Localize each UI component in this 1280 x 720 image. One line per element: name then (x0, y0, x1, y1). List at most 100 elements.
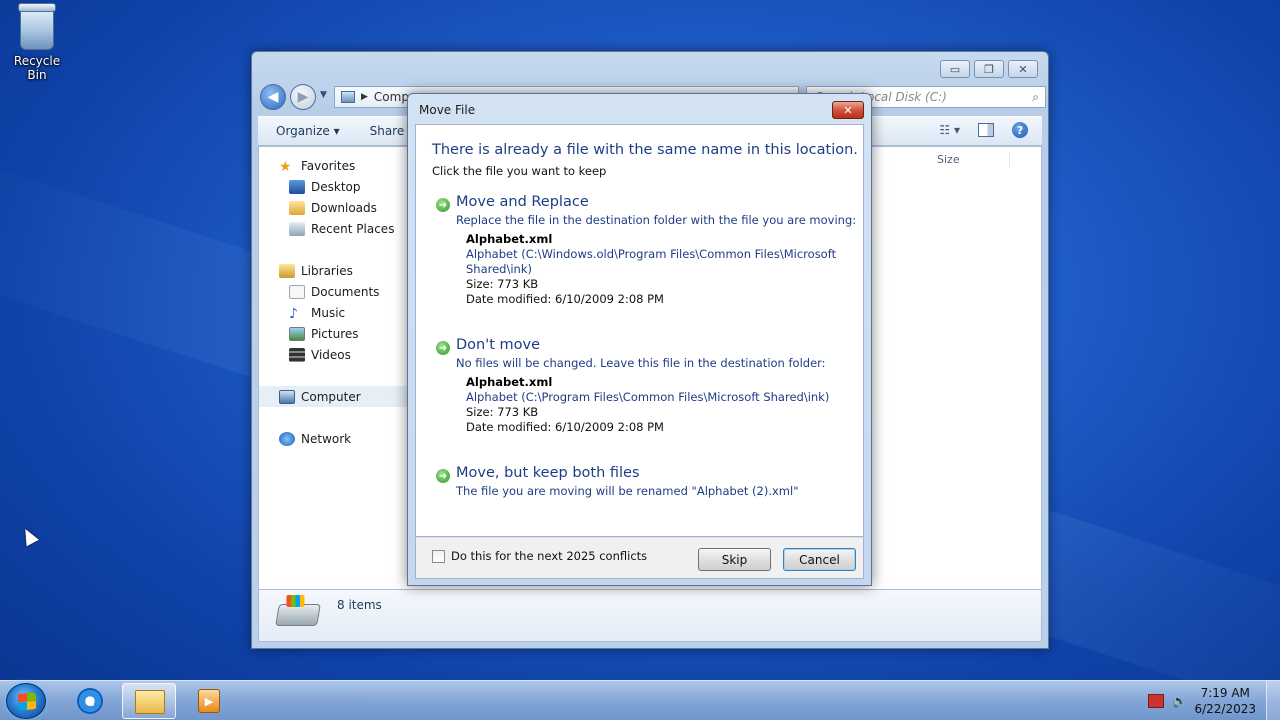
dialog-close-button[interactable]: ✕ (832, 101, 864, 119)
downloads-folder-icon (289, 200, 305, 215)
nav-recent-label: Recent Places (311, 221, 395, 236)
recycle-bin-icon (18, 3, 56, 50)
details-pane: 8 items (258, 590, 1042, 642)
desktop-icon (289, 179, 305, 194)
column-divider[interactable] (1009, 151, 1010, 167)
recycle-bin-desktop-icon[interactable]: Recycle Bin (4, 3, 70, 82)
taskbar-windows-explorer[interactable] (122, 683, 176, 719)
minimize-button[interactable]: ▭ (940, 60, 970, 78)
dialog-heading: There is already a file with the same na… (432, 142, 858, 158)
window-controls: ▭ ❐ ✕ (940, 60, 1038, 78)
dialog-subheading: Click the file you want to keep (432, 164, 607, 178)
nav-desktop[interactable]: Desktop (259, 176, 409, 197)
nav-favorites-label: Favorites (301, 158, 356, 173)
taskbar: e ▶ 🔈 7:19 AM 6/22/2023 (0, 680, 1280, 720)
taskbar-media-player[interactable]: ▶ (182, 683, 236, 719)
search-icon: ⌕ (1032, 90, 1039, 104)
clock-date: 6/22/2023 (1194, 702, 1256, 716)
option-description: Replace the file in the destination fold… (456, 213, 857, 227)
forward-button[interactable]: ▶ (290, 84, 316, 110)
green-arrow-icon: ➜ (436, 341, 450, 355)
file-path: Alphabet (C:\Windows.old\Program Files\C… (466, 247, 837, 276)
media-player-icon: ▶ (198, 689, 220, 713)
preview-pane-icon[interactable] (978, 123, 994, 137)
recent-pages-dropdown[interactable]: ▼ (320, 90, 327, 100)
nav-computer[interactable]: Computer (259, 386, 409, 407)
column-header-size[interactable]: Size (937, 153, 960, 166)
wallpaper-streak (580, 0, 1280, 6)
option-keep-both[interactable]: ➜ Move, but keep both files The file you… (436, 465, 846, 505)
nav-computer-label: Computer (301, 389, 361, 404)
navigation-pane: ★ Favorites Desktop Downloads Recent Pla… (259, 147, 409, 589)
computer-icon (279, 389, 295, 404)
option-title: Don't move (456, 337, 541, 353)
item-count: 8 items (337, 598, 382, 612)
nav-pictures-label: Pictures (311, 326, 359, 341)
star-icon: ★ (279, 158, 292, 175)
internet-explorer-icon: e (77, 688, 103, 714)
green-arrow-icon: ➜ (436, 198, 450, 212)
nav-videos[interactable]: Videos (259, 344, 409, 365)
documents-icon (289, 284, 305, 299)
green-arrow-icon: ➜ (436, 469, 450, 483)
cancel-button[interactable]: Cancel (783, 548, 856, 571)
pictures-icon (289, 326, 305, 341)
nav-downloads-label: Downloads (311, 200, 377, 215)
nav-music-label: Music (311, 305, 346, 320)
nav-pictures[interactable]: Pictures (259, 323, 409, 344)
libraries-icon (279, 263, 295, 278)
dialog-footer: Do this for the next 2025 conflicts Skip… (415, 537, 864, 579)
move-file-dialog: Move File ✕ There is already a file with… (407, 93, 872, 586)
nav-documents-label: Documents (311, 284, 380, 299)
nav-recent-places[interactable]: Recent Places (259, 218, 409, 239)
nav-documents[interactable]: Documents (259, 281, 409, 302)
conflicts-checkbox[interactable] (432, 549, 445, 563)
option-move-and-replace[interactable]: ➜ Move and Replace Replace the file in t… (436, 194, 856, 306)
videos-icon (289, 347, 305, 362)
windows-logo-icon (18, 692, 36, 711)
nav-downloads[interactable]: Downloads (259, 197, 409, 218)
chevron-right-icon: ▶ (361, 92, 368, 102)
skip-button[interactable]: Skip (698, 548, 771, 571)
start-button[interactable] (6, 683, 46, 719)
nav-videos-label: Videos (311, 347, 351, 362)
network-status-icon[interactable] (1148, 694, 1164, 708)
volume-muted-icon[interactable]: 🔈 (1172, 694, 1188, 708)
file-name: Alphabet.xml (466, 232, 553, 246)
computer-icon (341, 91, 355, 103)
taskbar-internet-explorer[interactable]: e (64, 683, 118, 719)
help-icon[interactable]: ? (1012, 122, 1028, 138)
nav-favorites[interactable]: ★ Favorites (259, 155, 409, 176)
dialog-title: Move File (419, 103, 476, 117)
clock[interactable]: 7:19 AM 6/22/2023 (1194, 685, 1256, 717)
mouse-pointer-icon (19, 525, 39, 547)
option-title: Move, but keep both files (456, 465, 640, 481)
clock-time: 7:19 AM (1200, 686, 1250, 700)
dialog-body: There is already a file with the same na… (415, 124, 864, 537)
system-tray: 🔈 7:19 AM 6/22/2023 (1140, 681, 1280, 720)
option-dont-move[interactable]: ➜ Don't move No files will be changed. L… (436, 337, 846, 437)
show-desktop-button[interactable] (1266, 681, 1280, 720)
option-description: The file you are moving will be renamed … (456, 484, 799, 498)
network-icon (279, 431, 295, 446)
windows-explorer-icon (135, 690, 165, 714)
nav-network-label: Network (301, 431, 352, 446)
music-icon: ♪ (289, 305, 298, 322)
view-controls: ☷ ▾ ? (939, 122, 1028, 138)
maximize-button[interactable]: ❐ (974, 60, 1004, 78)
organize-menu[interactable]: Organize ▾ (276, 124, 340, 138)
file-date: Date modified: 6/10/2009 2:08 PM (466, 420, 664, 434)
option-description: No files will be changed. Leave this fil… (456, 356, 826, 370)
nav-music[interactable]: ♪ Music (259, 302, 409, 323)
file-size: Size: 773 KB (466, 277, 539, 291)
option-title: Move and Replace (456, 194, 589, 210)
back-button[interactable]: ◀ (260, 84, 286, 110)
nav-libraries[interactable]: Libraries (259, 260, 409, 281)
change-view-icon[interactable]: ☷ ▾ (939, 123, 960, 137)
close-button[interactable]: ✕ (1008, 60, 1038, 78)
file-name: Alphabet.xml (466, 375, 553, 389)
conflicts-checkbox-label: Do this for the next 2025 conflicts (451, 549, 648, 563)
conflicts-checkbox-row[interactable]: Do this for the next 2025 conflicts (432, 549, 647, 563)
recycle-bin-label: Recycle Bin (13, 54, 61, 82)
nav-network[interactable]: Network (259, 428, 409, 449)
